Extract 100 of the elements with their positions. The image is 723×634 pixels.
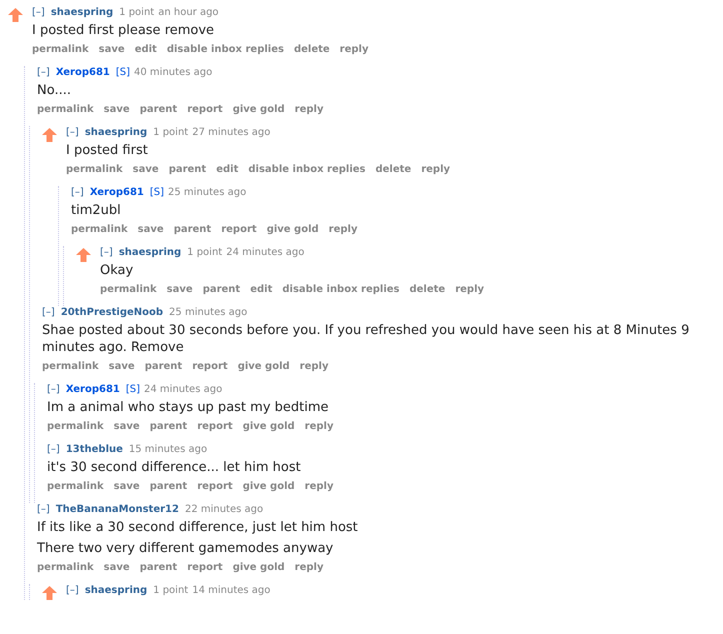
action-link[interactable]: permalink bbox=[100, 283, 157, 297]
submitter-tag: [S] bbox=[116, 67, 130, 78]
action-link[interactable]: save bbox=[114, 420, 140, 434]
action-link[interactable]: save bbox=[98, 43, 125, 57]
action-link[interactable]: reply bbox=[304, 480, 334, 494]
collapse-link[interactable]: [–] bbox=[47, 444, 60, 455]
action-link[interactable]: give gold bbox=[232, 103, 285, 117]
action-link[interactable]: save bbox=[114, 480, 140, 494]
action-link[interactable]: edit bbox=[250, 283, 272, 297]
action-link[interactable]: save bbox=[104, 561, 130, 575]
action-link[interactable]: reply bbox=[340, 43, 368, 57]
collapse-link[interactable]: [–] bbox=[66, 127, 79, 138]
action-link[interactable]: report bbox=[221, 223, 257, 237]
action-link[interactable]: parent bbox=[150, 420, 188, 434]
action-link[interactable]: save bbox=[138, 223, 164, 237]
collapse-link[interactable]: [–] bbox=[42, 307, 55, 318]
score-text: 1 point bbox=[153, 585, 188, 596]
author-link[interactable]: 13theblue bbox=[66, 444, 123, 455]
action-link[interactable]: parent bbox=[174, 223, 212, 237]
collapse-link[interactable]: [–] bbox=[66, 585, 79, 596]
action-link[interactable]: permalink bbox=[71, 223, 128, 237]
action-link[interactable]: report bbox=[187, 561, 223, 575]
score-text: 1 point bbox=[119, 7, 154, 18]
action-link[interactable]: parent bbox=[168, 163, 206, 177]
action-link[interactable]: reply bbox=[328, 223, 358, 237]
score-text: 1 point bbox=[187, 247, 222, 258]
author-link[interactable]: Xerop681 bbox=[90, 187, 144, 198]
comment-text: I posted first please remove bbox=[32, 22, 216, 39]
collapse-link[interactable]: [–] bbox=[37, 67, 50, 78]
action-link[interactable]: give gold bbox=[266, 223, 319, 237]
action-link[interactable]: save bbox=[132, 163, 159, 177]
action-link[interactable]: disable inbox replies bbox=[248, 163, 366, 177]
action-link[interactable]: edit bbox=[216, 163, 238, 177]
submitter-tag: [S] bbox=[126, 384, 140, 395]
upvote-arrow-icon[interactable] bbox=[76, 248, 91, 262]
action-link[interactable]: reply bbox=[455, 283, 484, 297]
author-link[interactable]: Xerop681 bbox=[66, 384, 120, 395]
author-link[interactable]: 20thPrestigeNoob bbox=[60, 307, 164, 318]
timestamp: an hour ago bbox=[158, 7, 219, 18]
action-link[interactable]: give gold bbox=[242, 420, 295, 434]
comment-text: Okay bbox=[100, 262, 134, 279]
action-link[interactable]: delete bbox=[375, 163, 412, 177]
timestamp: 14 minutes ago bbox=[192, 585, 270, 596]
collapse-link[interactable]: [–] bbox=[100, 247, 113, 258]
collapse-link[interactable]: [–] bbox=[32, 7, 45, 18]
action-link[interactable]: permalink bbox=[37, 561, 94, 575]
action-link[interactable]: report bbox=[197, 420, 233, 434]
action-link[interactable]: parent bbox=[150, 480, 188, 494]
action-link[interactable]: disable inbox replies bbox=[166, 43, 284, 57]
action-link[interactable]: reply bbox=[294, 103, 324, 117]
author-link[interactable]: TheBananaMonster12 bbox=[56, 504, 179, 515]
timestamp: 24 minutes ago bbox=[144, 384, 222, 395]
action-link[interactable]: report bbox=[197, 480, 233, 494]
comment-text: No.... bbox=[37, 82, 72, 99]
action-link[interactable]: delete bbox=[294, 43, 330, 57]
action-link[interactable]: save bbox=[108, 360, 135, 374]
comment-text: If its like a 30 second difference, just let him host bbox=[37, 519, 359, 536]
action-link[interactable]: give gold bbox=[238, 360, 290, 374]
action-link[interactable]: parent bbox=[144, 360, 182, 374]
comment-text: There two very different gamemodes anyway bbox=[37, 540, 334, 557]
author-link[interactable]: shaespring bbox=[84, 585, 148, 596]
upvote-arrow-icon[interactable] bbox=[42, 128, 57, 142]
comment-text: tim2ubl bbox=[71, 202, 122, 219]
author-link[interactable]: shaespring bbox=[84, 127, 148, 138]
upvote-arrow-icon[interactable] bbox=[42, 586, 57, 600]
collapse-link[interactable]: [–] bbox=[47, 384, 60, 395]
action-link[interactable]: parent bbox=[202, 283, 240, 297]
action-link[interactable]: disable inbox replies bbox=[282, 283, 400, 297]
comment-text: I posted first bbox=[66, 142, 149, 159]
submitter-tag: [S] bbox=[150, 187, 164, 198]
action-link[interactable]: reply bbox=[421, 163, 450, 177]
comment-text: Shae posted about 30 seconds before you. If you refreshed you would have seen his at 8 Minutes 9 minutes ago. Remove bbox=[42, 322, 690, 356]
upvote-arrow-icon[interactable] bbox=[8, 8, 23, 22]
timestamp: 27 minutes ago bbox=[192, 127, 270, 138]
action-link[interactable]: permalink bbox=[66, 163, 123, 177]
author-link[interactable]: Xerop681 bbox=[56, 67, 110, 78]
action-link[interactable]: reply bbox=[300, 360, 328, 374]
collapse-link[interactable]: [–] bbox=[37, 504, 50, 515]
action-link[interactable]: permalink bbox=[37, 103, 94, 117]
action-link[interactable]: give gold bbox=[242, 480, 295, 494]
action-link[interactable]: reply bbox=[294, 561, 324, 575]
comment-text: Im a animal who stays up past my bedtime bbox=[47, 399, 330, 416]
timestamp: 25 minutes ago bbox=[169, 307, 248, 318]
action-link[interactable]: report bbox=[192, 360, 228, 374]
action-link[interactable]: delete bbox=[409, 283, 446, 297]
collapse-link[interactable]: [–] bbox=[71, 187, 84, 198]
action-link[interactable]: report bbox=[187, 103, 223, 117]
action-link[interactable]: save bbox=[166, 283, 193, 297]
action-link[interactable]: edit bbox=[134, 43, 157, 57]
action-link[interactable]: reply bbox=[304, 420, 334, 434]
action-link[interactable]: parent bbox=[140, 103, 178, 117]
action-link[interactable]: parent bbox=[140, 561, 178, 575]
author-link[interactable]: shaespring bbox=[50, 7, 114, 18]
action-link[interactable]: permalink bbox=[47, 480, 104, 494]
action-link[interactable]: save bbox=[104, 103, 130, 117]
action-link[interactable]: permalink bbox=[42, 360, 99, 374]
author-link[interactable]: shaespring bbox=[118, 247, 182, 258]
action-link[interactable]: give gold bbox=[232, 561, 285, 575]
action-link[interactable]: permalink bbox=[47, 420, 104, 434]
action-link[interactable]: permalink bbox=[32, 43, 89, 57]
